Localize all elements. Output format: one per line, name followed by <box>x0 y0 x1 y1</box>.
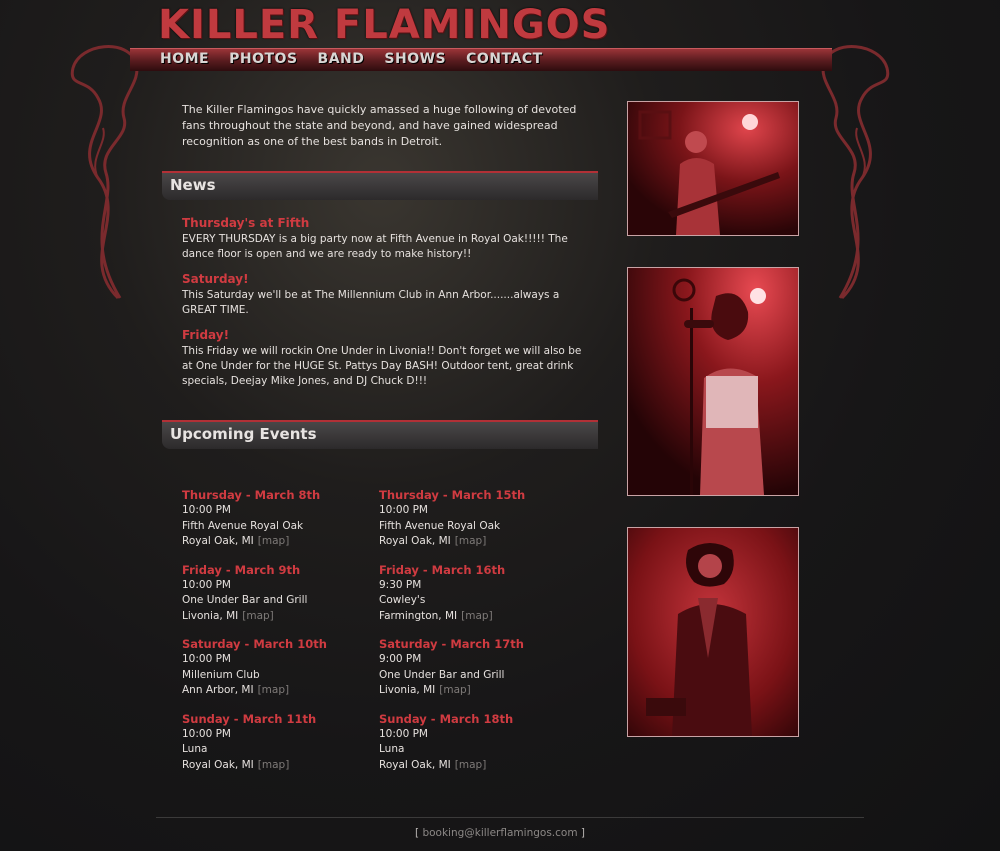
nav-contact[interactable]: CONTACT <box>466 51 543 67</box>
map-link[interactable]: [map] <box>455 759 487 771</box>
event-venue: Millenium Club <box>182 668 260 681</box>
band-photo-guitarist[interactable] <box>627 101 799 236</box>
map-link[interactable]: [map] <box>258 759 290 771</box>
event-time: 9:30 PM <box>379 578 422 591</box>
event-date: Saturday - March 17th <box>379 637 524 651</box>
event-time: 10:00 PM <box>379 504 428 516</box>
event-venue: One Under Bar and Grill <box>379 668 505 681</box>
event-item: Saturday - March 10th 10:00 PM Millenium… <box>182 637 379 699</box>
nav-band[interactable]: BAND <box>318 51 365 67</box>
event-date: Friday - March 9th <box>182 562 301 577</box>
footer-close-bracket: ] <box>580 827 586 839</box>
events-grid: Thursday - March 8th 10:00 PM Fifth Aven… <box>182 488 576 773</box>
event-time: 10:00 PM <box>182 578 231 591</box>
event-time: 9:00 PM <box>379 653 422 665</box>
event-city: Royal Oak, MI <box>379 535 451 547</box>
news-item-title: Friday! <box>182 328 230 342</box>
event-date: Saturday - March 10th <box>182 637 327 651</box>
event-item: Thursday - March 15th 10:00 PM Fifth Ave… <box>379 488 576 550</box>
news-item-body: EVERY THURSDAY is a big party now at Fif… <box>182 233 568 260</box>
event-item: Saturday - March 17th 9:00 PM One Under … <box>379 637 576 699</box>
event-item: Sunday - March 11th 10:00 PM Luna Royal … <box>182 712 379 774</box>
news-heading-bar: News <box>162 171 598 200</box>
news-list: Thursday's at Fifth EVERY THURSDAY is a … <box>182 216 592 399</box>
event-venue: One Under Bar and Grill <box>182 594 308 606</box>
event-venue: Cowley's <box>379 594 426 606</box>
event-time: 10:00 PM <box>182 504 231 516</box>
event-item: Sunday - March 18th 10:00 PM Luna Royal … <box>379 712 576 774</box>
news-item-body: This Friday we will rockin One Under in … <box>182 345 582 387</box>
event-time: 10:00 PM <box>182 653 231 665</box>
events-heading-bar: Upcoming Events <box>162 420 598 449</box>
map-link[interactable]: [map] <box>258 684 290 696</box>
event-city: Ann Arbor, MI <box>182 684 254 696</box>
map-link[interactable]: [map] <box>439 684 471 696</box>
map-link[interactable]: [map] <box>455 535 487 547</box>
event-venue: Luna <box>379 743 405 755</box>
event-item: Friday - March 16th 9:30 PM Cowley's Far… <box>379 563 576 625</box>
news-item-body: This Saturday we'll be at The Millennium… <box>182 289 560 316</box>
nav-shows[interactable]: SHOWS <box>384 51 446 67</box>
event-city: Livonia, MI <box>182 609 239 622</box>
event-date: Thursday - March 15th <box>379 488 526 502</box>
band-photo-vocalist[interactable] <box>627 527 799 737</box>
event-date: Sunday - March 18th <box>379 711 514 726</box>
nav-home[interactable]: HOME <box>160 51 209 67</box>
footer-divider <box>156 817 864 818</box>
news-heading: News <box>170 176 216 194</box>
event-item: Thursday - March 8th 10:00 PM Fifth Aven… <box>182 488 379 550</box>
news-item: Friday! This Friday we will rockin One U… <box>182 328 592 389</box>
event-city: Royal Oak, MI <box>379 758 451 771</box>
news-item: Saturday! This Saturday we'll be at The … <box>182 272 592 318</box>
map-link[interactable]: [map] <box>242 610 274 622</box>
event-item: Friday - March 9th 10:00 PM One Under Ba… <box>182 563 379 625</box>
site-title: KILLER FLAMINGOS <box>158 2 611 48</box>
event-date: Thursday - March 8th <box>182 488 321 502</box>
news-item: Thursday's at Fifth EVERY THURSDAY is a … <box>182 216 592 262</box>
footer: [ booking@killerflamingos.com ] <box>0 827 1000 839</box>
intro-text: The Killer Flamingos have quickly amasse… <box>182 103 577 148</box>
footer-open-bracket: [ <box>414 827 420 839</box>
events-heading: Upcoming Events <box>170 425 317 443</box>
event-city: Royal Oak, MI <box>182 758 254 771</box>
news-item-title: Saturday! <box>182 272 249 286</box>
event-city: Farmington, MI <box>379 609 458 622</box>
main-nav: HOME PHOTOS BAND SHOWS CONTACT <box>160 51 543 67</box>
event-venue: Luna <box>182 743 208 755</box>
nav-photos[interactable]: PHOTOS <box>229 51 297 67</box>
event-city: Royal Oak, MI <box>182 535 254 547</box>
event-date: Friday - March 16th <box>379 562 506 577</box>
event-venue: Fifth Avenue Royal Oak <box>379 519 501 532</box>
map-link[interactable]: [map] <box>461 610 493 622</box>
event-date: Sunday - March 11th <box>182 711 317 726</box>
event-city: Livonia, MI <box>379 684 436 696</box>
news-item-title: Thursday's at Fifth <box>182 216 310 230</box>
event-venue: Fifth Avenue Royal Oak <box>182 519 304 532</box>
event-time: 10:00 PM <box>182 727 231 740</box>
map-link[interactable]: [map] <box>258 535 290 547</box>
band-photo-singer[interactable] <box>627 267 799 496</box>
event-time: 10:00 PM <box>379 727 428 740</box>
booking-email-link[interactable]: booking@killerflamingos.com <box>422 827 577 839</box>
